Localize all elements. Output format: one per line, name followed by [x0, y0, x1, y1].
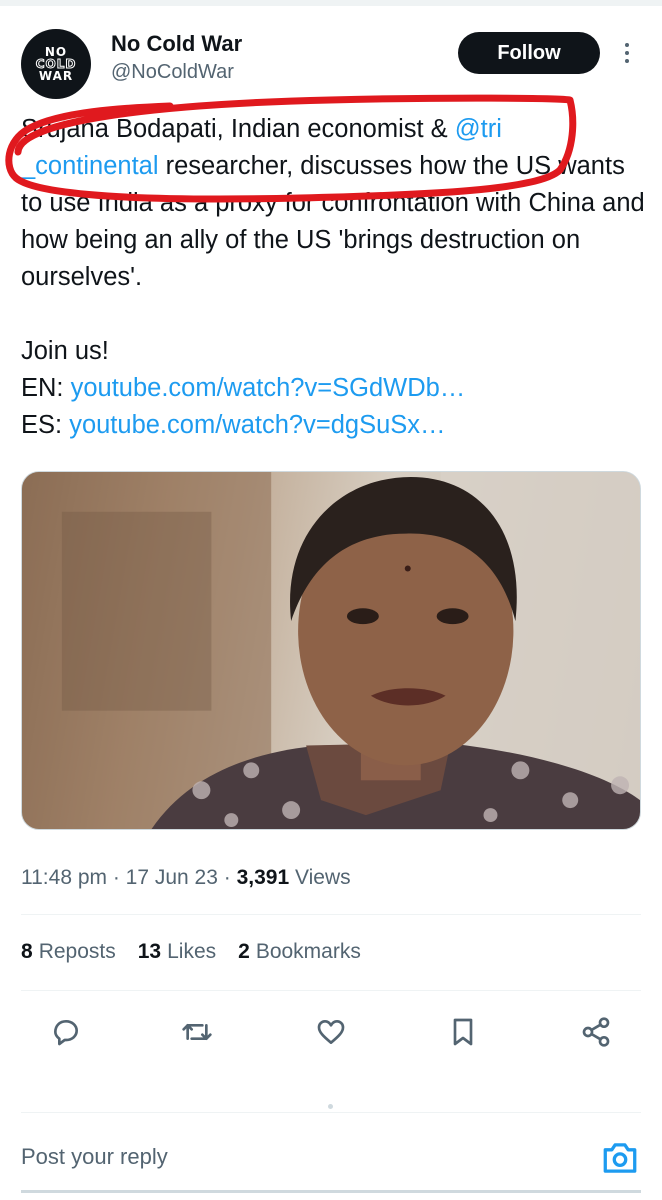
tweet-text: Srujana Bodapati, Indian economist & @tr…	[21, 111, 651, 444]
engagement-stats: 8 Reposts 13 Likes 2 Bookmarks	[21, 940, 361, 964]
likes-stat[interactable]: 13 Likes	[138, 940, 216, 964]
divider	[21, 990, 641, 991]
repost-icon[interactable]	[177, 1012, 217, 1052]
tweet-text-part: researcher, discusses how the US wants t…	[21, 152, 645, 402]
views-label: Views	[295, 866, 351, 889]
camera-icon[interactable]	[600, 1140, 640, 1176]
video-thumbnail[interactable]	[21, 471, 641, 830]
author-display-name[interactable]: No Cold War	[111, 31, 242, 57]
reposts-stat[interactable]: 8 Reposts	[21, 940, 116, 964]
likes-label: Likes	[167, 940, 217, 963]
reply-input[interactable]: Post your reply	[21, 1144, 168, 1170]
avatar-text-war: WAR	[38, 69, 74, 83]
share-icon[interactable]	[576, 1012, 616, 1052]
divider	[21, 1112, 641, 1113]
more-icon[interactable]	[620, 40, 634, 70]
tweet-text-part: ES:	[21, 411, 63, 439]
bookmark-icon[interactable]	[443, 1012, 483, 1052]
bookmarks-count: 2	[238, 940, 250, 963]
bookmarks-stat[interactable]: 2 Bookmarks	[238, 940, 361, 964]
top-divider	[0, 0, 662, 6]
avatar[interactable]: NO COLD WAR	[21, 29, 91, 99]
action-bar	[0, 1012, 662, 1056]
views-count: 3,391	[236, 866, 290, 889]
tweet-date[interactable]: 17 Jun 23	[126, 866, 218, 889]
author-handle[interactable]: @NoColdWar	[111, 61, 234, 84]
scroll-indicator	[328, 1104, 333, 1109]
reply-icon[interactable]	[46, 1012, 86, 1052]
youtube-link-en[interactable]: youtube.com/watch?v=SGdWDb…	[71, 374, 466, 402]
bookmarks-label: Bookmarks	[255, 940, 361, 963]
tweet-text-part: Srujana Bodapati, Indian economist &	[21, 115, 455, 143]
timestamp-views: 11:48 pm · 17 Jun 23 · 3,391 Views	[21, 866, 351, 889]
reply-underline	[21, 1190, 641, 1193]
likes-count: 13	[137, 940, 162, 963]
youtube-link-es[interactable]: youtube.com/watch?v=dgSuSx…	[69, 411, 445, 439]
tweet-time[interactable]: 11:48 pm	[21, 866, 107, 889]
like-icon[interactable]	[311, 1012, 351, 1052]
reposts-label: Reposts	[38, 940, 116, 963]
divider	[21, 914, 641, 915]
follow-button[interactable]: Follow	[458, 32, 600, 74]
reposts-count: 8	[21, 940, 33, 963]
